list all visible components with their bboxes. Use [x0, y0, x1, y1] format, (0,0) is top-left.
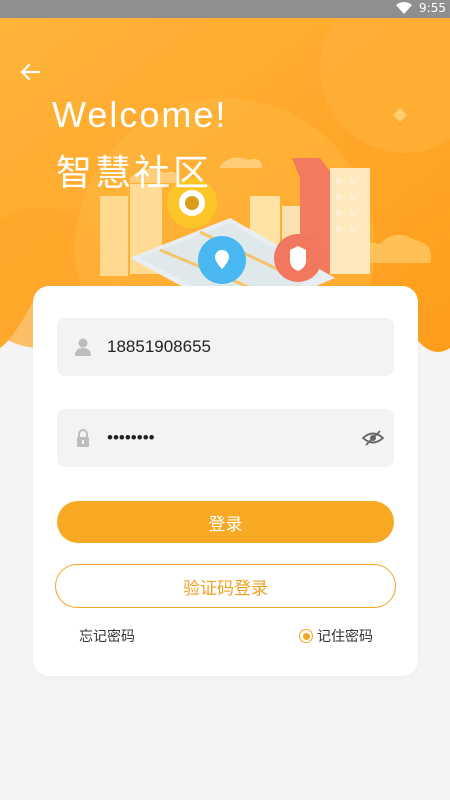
status-time: 9:55: [419, 1, 446, 15]
lock-icon: [77, 429, 89, 447]
password-field: [57, 409, 394, 467]
code-login-button[interactable]: 验证码登录: [55, 564, 396, 608]
user-icon: [75, 338, 91, 356]
forgot-password-link[interactable]: 忘记密码: [79, 626, 135, 646]
remember-password-toggle[interactable]: 记住密码: [299, 626, 373, 646]
back-arrow-icon: [20, 63, 41, 81]
login-card: 登录 验证码登录 忘记密码 记住密码: [33, 286, 418, 676]
welcome-title: Welcome!: [52, 94, 228, 135]
remember-radio[interactable]: [299, 629, 313, 643]
eye-hidden-icon[interactable]: [362, 428, 384, 448]
phone-field: [57, 318, 394, 376]
login-button[interactable]: 登录: [57, 501, 394, 543]
status-bar: 9:55: [0, 0, 450, 18]
remember-password-label: 记住密码: [317, 629, 373, 645]
phone-input[interactable]: [107, 318, 347, 376]
radio-dot: [302, 632, 310, 640]
password-input[interactable]: [107, 409, 347, 467]
wifi-icon: [396, 2, 412, 14]
app-subtitle: 智慧社区: [56, 153, 213, 194]
back-button[interactable]: [14, 56, 46, 88]
